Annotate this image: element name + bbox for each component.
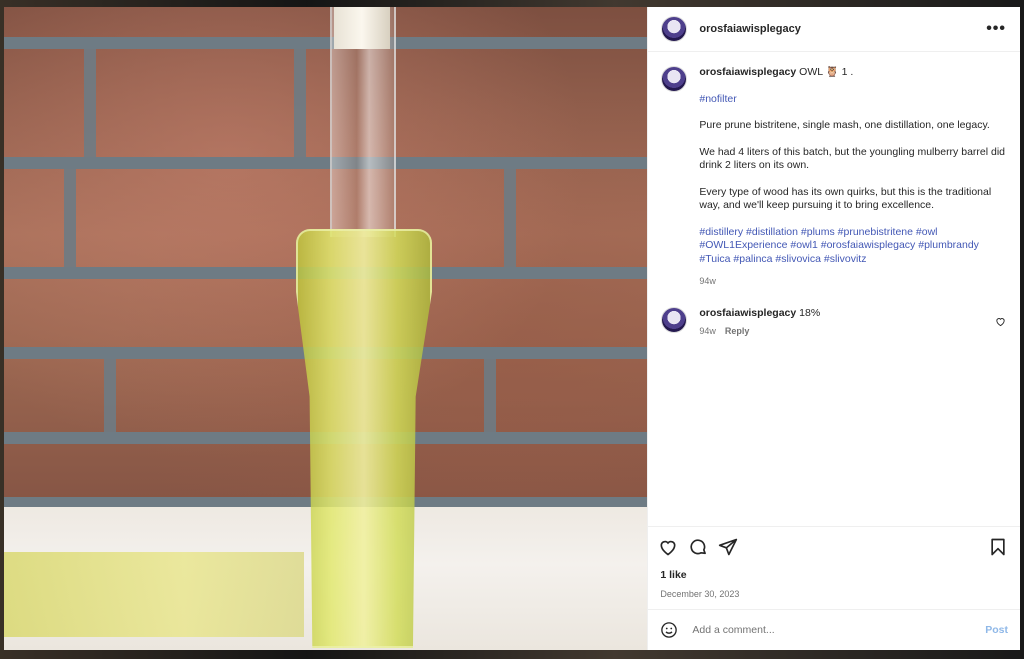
- caption-paragraph: Every type of wood has its own quirks, b…: [699, 185, 992, 212]
- caption: orosfaiawisplegacy OWL 🦉 1 . #nofilter P…: [661, 66, 1006, 307]
- avatar[interactable]: [661, 306, 688, 333]
- hashtag-nofilter[interactable]: #nofilter: [699, 93, 1006, 107]
- comment-age[interactable]: 94w: [699, 326, 716, 336]
- more-horizontal-icon[interactable]: •••: [986, 20, 1006, 38]
- paper-plane-icon[interactable]: [718, 537, 738, 557]
- caption-age[interactable]: 94w: [699, 276, 716, 286]
- comment-text: 18%: [799, 306, 821, 319]
- likes-count[interactable]: 1 like: [648, 567, 1020, 585]
- post-modal: orosfaiawisplegacy ••• orosfaiawisplegac…: [4, 7, 1020, 650]
- post-side-panel: orosfaiawisplegacy ••• orosfaiawisplegac…: [647, 7, 1020, 650]
- add-comment-bar: Post: [648, 609, 1020, 650]
- post-date[interactable]: December 30, 2023: [648, 585, 1020, 609]
- avatar[interactable]: [661, 66, 688, 92]
- comment-bubble-icon[interactable]: [688, 537, 708, 557]
- post-header: orosfaiawisplegacy •••: [648, 7, 1020, 52]
- mortar-joint: [104, 347, 116, 442]
- caption-author[interactable]: orosfaiawisplegacy: [699, 66, 796, 78]
- comment-like-heart-icon[interactable]: [995, 316, 1006, 330]
- mortar-joint: [64, 157, 76, 277]
- mortar-joint: [484, 347, 496, 442]
- mortar-joint: [504, 157, 516, 277]
- smiley-face-icon[interactable]: [660, 621, 678, 639]
- comments-list[interactable]: orosfaiawisplegacy OWL 🦉 1 . #nofilter P…: [648, 52, 1020, 526]
- mortar-joint: [84, 37, 96, 167]
- heart-icon[interactable]: [658, 537, 678, 557]
- mortar-joint: [294, 37, 306, 167]
- caption-paragraph: Pure prune bistritene, single mash, one …: [699, 119, 990, 131]
- post-photo: [4, 7, 648, 650]
- bookmark-icon[interactable]: [988, 537, 1008, 557]
- reply-button[interactable]: Reply: [725, 326, 750, 336]
- caption-hashtags[interactable]: #distillery #distillation #plums #pruneb…: [699, 226, 1006, 267]
- caption-headline: OWL 🦉 1 .: [799, 66, 854, 78]
- bottle-shadow: [4, 552, 304, 637]
- post-comment-button[interactable]: Post: [985, 624, 1008, 636]
- comment-item: orosfaiawisplegacy 18% 94w Reply: [661, 306, 1006, 339]
- bottle-body: [296, 229, 432, 648]
- comment-input[interactable]: [690, 623, 986, 637]
- caption-paragraph: We had 4 liters of this batch, but the y…: [699, 145, 1005, 172]
- bottle-cork: [334, 7, 390, 49]
- action-bar: [648, 526, 1020, 567]
- author-username[interactable]: orosfaiawisplegacy: [699, 23, 801, 35]
- avatar[interactable]: [661, 16, 688, 42]
- comment-author[interactable]: orosfaiawisplegacy: [699, 307, 796, 319]
